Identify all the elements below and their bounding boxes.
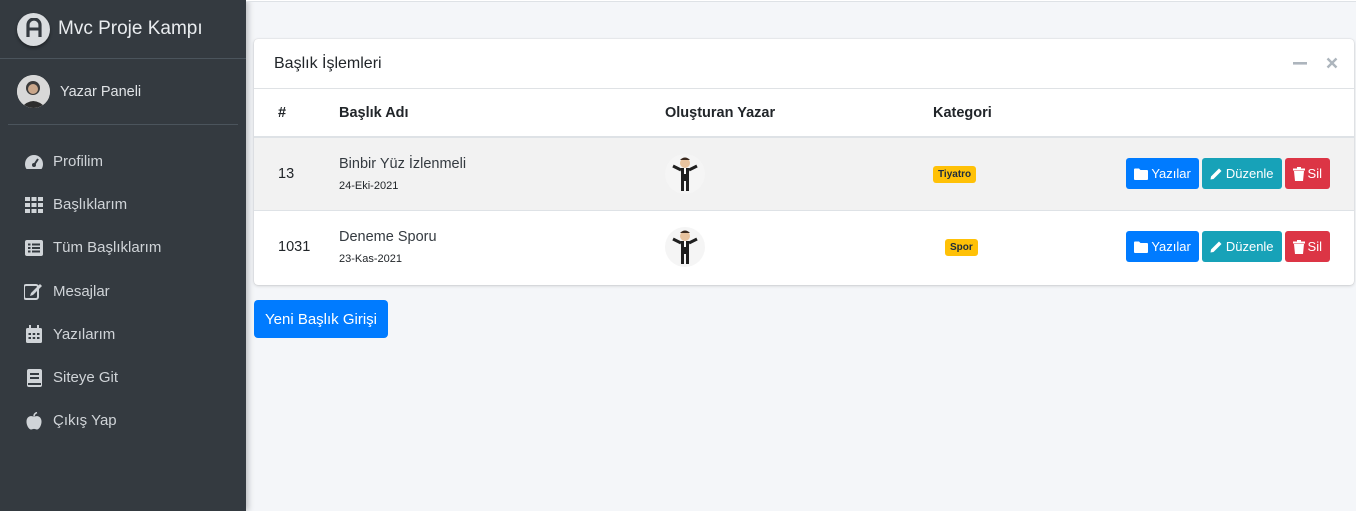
- edit-button[interactable]: Düzenle: [1201, 231, 1282, 263]
- user-panel[interactable]: Yazar Paneli: [8, 59, 238, 125]
- new-baslik-button[interactable]: Yeni Başlık Girişi: [254, 300, 388, 338]
- user-name: Yazar Paneli: [60, 83, 142, 100]
- delete-button[interactable]: Sil: [1284, 158, 1330, 190]
- column-header-title: Başlık Adı: [339, 89, 665, 138]
- row-date: 24-Eki-2021: [339, 179, 399, 192]
- author-avatar: [665, 226, 705, 267]
- grid-icon: [24, 195, 44, 215]
- book-icon: [24, 368, 44, 388]
- sidebar-item-label: Yazılarım: [53, 325, 116, 343]
- edit-icon: [24, 281, 44, 301]
- brand-logo-icon: [17, 12, 50, 46]
- list-icon: [24, 238, 44, 258]
- card-tools: [1292, 55, 1340, 71]
- sidebar-item-label: Mesajlar: [53, 282, 110, 300]
- baslik-table: # Başlık Adı Oluşturan Yazar Kategori 13…: [254, 89, 1354, 283]
- category-badge: Spor: [945, 238, 978, 256]
- sidebar-item-tum-basliklarim[interactable]: Tüm Başlıklarım: [0, 226, 246, 269]
- sidebar-item-label: Tüm Başlıklarım: [53, 239, 162, 257]
- edit-button[interactable]: Düzenle: [1201, 158, 1282, 190]
- user-avatar: [17, 75, 50, 108]
- posts-button[interactable]: Yazılar: [1126, 158, 1199, 190]
- sidebar: Mvc Proje Kampı Yazar Paneli Profilim Ba…: [0, 0, 246, 511]
- sidebar-item-basliklarim[interactable]: Başlıklarım: [0, 183, 246, 226]
- sidebar-item-label: Çıkış Yap: [53, 412, 117, 430]
- edit-button-label: Düzenle: [1225, 239, 1274, 255]
- pencil-icon: [1210, 168, 1222, 180]
- column-header-actions: [1123, 89, 1354, 138]
- collapse-icon[interactable]: [1292, 55, 1308, 71]
- sidebar-item-yazilarim[interactable]: Yazılarım: [0, 313, 246, 356]
- delete-button[interactable]: Sil: [1284, 231, 1330, 263]
- table-row: 13 Binbir Yüz İzlenmeli 24-Eki-2021 Tiya…: [254, 137, 1354, 210]
- delete-button-label: Sil: [1307, 239, 1322, 255]
- sidebar-item-mesajlar[interactable]: Mesajlar: [0, 270, 246, 313]
- pencil-icon: [1210, 241, 1222, 253]
- sidebar-item-label: Profilim: [53, 153, 104, 171]
- close-icon[interactable]: [1324, 55, 1340, 71]
- row-id: 1031: [254, 209, 339, 283]
- posts-button[interactable]: Yazılar: [1126, 231, 1199, 263]
- row-id: 13: [278, 165, 295, 182]
- table-row: 1031 Deneme Sporu 23-Kas-2021 Spor Yazıl…: [254, 209, 1354, 283]
- sidebar-item-profilim[interactable]: Profilim: [0, 140, 246, 183]
- sidebar-item-cikis-yap[interactable]: Çıkış Yap: [0, 399, 246, 442]
- posts-button-label: Yazılar: [1151, 239, 1191, 255]
- author-avatar: [665, 153, 705, 194]
- card-header: Başlık İşlemleri: [254, 39, 1354, 89]
- trash-icon: [1292, 239, 1305, 254]
- row-date: 23-Kas-2021: [339, 252, 402, 265]
- posts-button-label: Yazılar: [1151, 166, 1191, 182]
- row-title: Deneme Sporu: [339, 228, 437, 245]
- baslik-card: Başlık İşlemleri # Başlık Adı Oluşturan …: [254, 39, 1354, 285]
- edit-button-label: Düzenle: [1225, 166, 1274, 182]
- table-header-row: # Başlık Adı Oluşturan Yazar Kategori: [254, 89, 1354, 138]
- brand-link[interactable]: Mvc Proje Kampı: [0, 0, 246, 59]
- sidebar-nav: Profilim Başlıklarım Tüm Başlıklarım Mes…: [0, 140, 246, 442]
- column-header-category: Kategori: [933, 89, 1123, 138]
- row-title: Binbir Yüz İzlenmeli: [339, 155, 467, 172]
- sidebar-item-label: Başlıklarım: [53, 196, 128, 214]
- trash-icon: [1292, 166, 1305, 181]
- top-navbar: [246, 0, 1356, 2]
- calendar-icon: [24, 324, 44, 344]
- folder-icon: [1134, 241, 1149, 253]
- tachometer-icon: [24, 152, 44, 172]
- brand-text: Mvc Proje Kampı: [58, 18, 203, 39]
- folder-icon: [1134, 168, 1149, 180]
- apple-icon: [24, 411, 44, 431]
- category-badge: Tiyatro: [933, 165, 977, 183]
- delete-button-label: Sil: [1307, 166, 1322, 182]
- column-header-id: #: [254, 89, 339, 138]
- sidebar-item-siteye-git[interactable]: Siteye Git: [0, 356, 246, 399]
- card-title: Başlık İşlemleri: [274, 54, 382, 72]
- column-header-author: Oluşturan Yazar: [665, 89, 933, 138]
- sidebar-item-label: Siteye Git: [53, 369, 119, 387]
